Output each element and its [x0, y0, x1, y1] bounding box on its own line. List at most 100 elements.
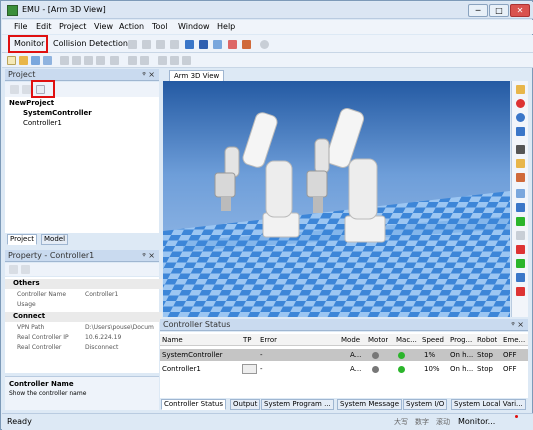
- view-home-icon[interactable]: [516, 85, 525, 94]
- stop-icon[interactable]: [170, 40, 179, 49]
- row-robot: Stop: [477, 351, 493, 359]
- checker-floor: [163, 191, 510, 317]
- prop-real-controller[interactable]: Real Controller Disconnect: [5, 344, 162, 354]
- robot-tool-icon[interactable]: [228, 40, 237, 49]
- jog-icon[interactable]: [213, 40, 222, 49]
- cut-icon[interactable]: [60, 56, 69, 65]
- align-icon[interactable]: [158, 56, 167, 65]
- menu-action[interactable]: Action: [119, 22, 144, 31]
- copy-icon[interactable]: [72, 56, 81, 65]
- list-icon[interactable]: [170, 56, 179, 65]
- col-error[interactable]: Error: [260, 334, 277, 346]
- close-button[interactable]: ✕: [510, 4, 530, 17]
- status-indicator-icon: [515, 415, 518, 418]
- project-tree: NewProject SystemController Controller1: [5, 97, 159, 233]
- prop-real-controller-ip[interactable]: Real Controller IP 10.6.224.19: [5, 334, 162, 344]
- view-top-icon[interactable]: [516, 231, 525, 240]
- minimize-button[interactable]: ─: [468, 4, 488, 17]
- camera-icon[interactable]: [516, 145, 525, 154]
- power-icon[interactable]: [260, 40, 269, 49]
- collision-detection-button[interactable]: Collision Detection: [53, 39, 128, 48]
- menu-project[interactable]: Project: [59, 22, 86, 31]
- teach-icon[interactable]: [242, 40, 251, 49]
- category-others[interactable]: Others: [5, 279, 162, 289]
- axis-red-icon[interactable]: [516, 287, 525, 296]
- rotate-view-icon[interactable]: [516, 113, 525, 122]
- col-machine[interactable]: Mac...: [396, 334, 417, 346]
- tree-item-newproject[interactable]: NewProject: [9, 99, 54, 107]
- filter-icon[interactable]: [22, 85, 31, 94]
- pan-view-icon[interactable]: [516, 127, 525, 136]
- menu-file[interactable]: File: [14, 22, 27, 31]
- col-emergency[interactable]: Eme...: [503, 334, 525, 346]
- col-motor[interactable]: Motor: [368, 334, 388, 346]
- view-side-icon[interactable]: [516, 217, 525, 226]
- paste-icon[interactable]: [84, 56, 93, 65]
- tree-item-systemcontroller[interactable]: SystemController: [23, 109, 92, 117]
- square-icon[interactable]: [199, 40, 208, 49]
- table-row[interactable]: Controller1 - A... 10% On h... Stop OFF: [160, 363, 528, 375]
- menu-view[interactable]: View: [94, 22, 113, 31]
- menu-edit[interactable]: Edit: [36, 22, 52, 31]
- categorized-icon[interactable]: [9, 265, 18, 274]
- status-num: 数字: [415, 418, 429, 426]
- tab-arm-3d-view[interactable]: Arm 3D View: [169, 70, 225, 81]
- tab-system-message[interactable]: System Message: [337, 399, 403, 410]
- new-file-icon[interactable]: [7, 56, 16, 65]
- tab-project[interactable]: Project: [7, 234, 37, 245]
- col-name[interactable]: Name: [162, 334, 183, 346]
- axis-blue-icon[interactable]: [516, 273, 525, 282]
- save-icon[interactable]: [31, 56, 40, 65]
- menu-help[interactable]: Help: [217, 22, 235, 31]
- properties-icon[interactable]: [10, 85, 19, 94]
- layout-icon[interactable]: [516, 159, 525, 168]
- stop-sim-icon[interactable]: [516, 245, 525, 254]
- open-folder-icon[interactable]: [19, 56, 28, 65]
- tree-item-controller1[interactable]: Controller1: [23, 119, 62, 127]
- menu-window[interactable]: Window: [178, 22, 210, 31]
- category-connect[interactable]: Connect: [5, 312, 162, 322]
- col-tp[interactable]: TP: [243, 334, 252, 346]
- menu-tool[interactable]: Tool: [152, 22, 168, 31]
- property-panel-pin[interactable]: ᵠ ×: [142, 250, 155, 262]
- tab-system-io[interactable]: System I/O: [403, 399, 448, 410]
- project-panel-pin[interactable]: ᵠ ×: [142, 69, 155, 81]
- prop-vpn-path[interactable]: VPN Path D:\Users\pouse\Docum: [5, 324, 162, 334]
- arm-3d-viewport[interactable]: [163, 81, 510, 317]
- prop-usage[interactable]: Usage: [5, 301, 162, 311]
- property-grid: Others Controller Name Controller1 Usage…: [5, 277, 162, 373]
- col-program[interactable]: Prog...: [450, 334, 472, 346]
- col-speed[interactable]: Speed: [422, 334, 444, 346]
- col-mode[interactable]: Mode: [341, 334, 360, 346]
- prop-controller-name[interactable]: Controller Name Controller1: [5, 291, 162, 301]
- tab-system-local-vari[interactable]: System Local Vari...: [451, 399, 526, 410]
- run-icon[interactable]: [185, 40, 194, 49]
- play-icon[interactable]: [128, 40, 137, 49]
- redo-icon[interactable]: [140, 56, 149, 65]
- tab-system-program[interactable]: System Program ...: [261, 399, 334, 410]
- tab-controller-status[interactable]: Controller Status: [161, 399, 226, 410]
- undo-icon[interactable]: [128, 56, 137, 65]
- no-entry-icon[interactable]: [516, 99, 525, 108]
- tp-icon[interactable]: [242, 364, 257, 374]
- chart-icon[interactable]: [516, 173, 525, 182]
- tab-output[interactable]: Output: [230, 399, 261, 410]
- col-robot[interactable]: Robot: [477, 334, 497, 346]
- tab-model[interactable]: Model: [41, 234, 69, 245]
- row-mode: A...: [350, 365, 362, 373]
- maximize-button[interactable]: □: [489, 4, 509, 17]
- status-bar: Ready 大写 数字 滚动 Monitor...: [2, 413, 533, 430]
- save-all-icon[interactable]: [43, 56, 52, 65]
- step-icon[interactable]: [142, 40, 151, 49]
- indent-icon[interactable]: [182, 56, 191, 65]
- view-front-icon[interactable]: [516, 203, 525, 212]
- controller-status-pin[interactable]: ᵠ ×: [511, 319, 524, 331]
- grid-icon[interactable]: [516, 189, 525, 198]
- axis-green-icon[interactable]: [516, 259, 525, 268]
- sort-az-icon[interactable]: [21, 265, 30, 274]
- row-mode: A...: [350, 351, 362, 359]
- table-row[interactable]: SystemController - A... 1% On h... Stop …: [160, 349, 528, 361]
- find-icon[interactable]: [110, 56, 119, 65]
- pause-icon[interactable]: [156, 40, 165, 49]
- delete-icon[interactable]: [96, 56, 105, 65]
